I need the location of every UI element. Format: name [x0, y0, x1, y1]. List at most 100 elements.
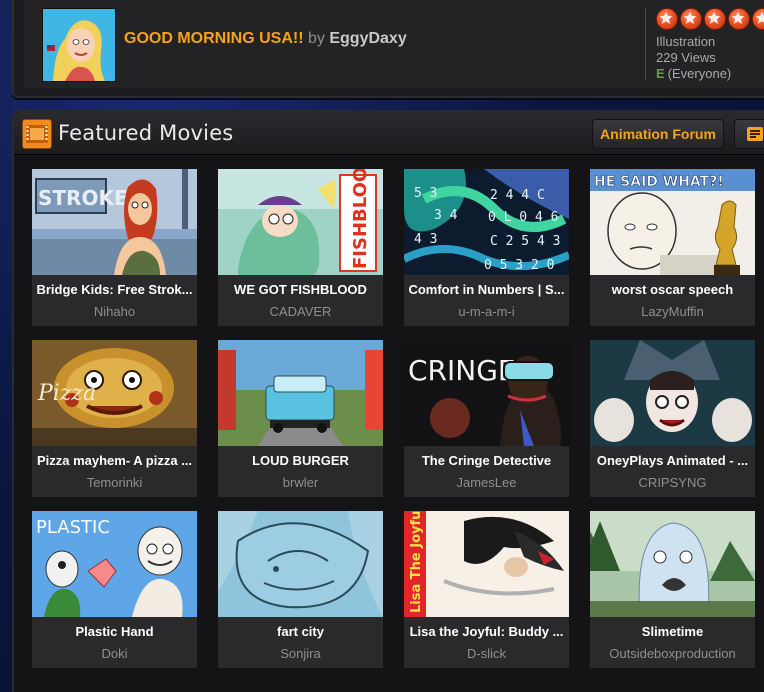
movie-thumbnail: FISHBLOOD	[218, 169, 383, 275]
svg-text:0 L 0 4 6: 0 L 0 4 6	[488, 210, 558, 225]
movie-thumbnail: 5 3 2 4 4 C 3 4 0 L 0 4 6 4 3 C 2 5 4 3 …	[404, 169, 569, 275]
movie-caption: Pizza mayhem- A pizza ... Temorinki	[32, 446, 197, 497]
movie-card-slimetime[interactable]: Slimetime Outsideboxproduction	[590, 511, 755, 668]
featured-art-inner: GOOD MORNING USA!! by EggyDaxy Illustrat…	[24, 0, 764, 88]
animation-forum-button[interactable]: Animation Forum	[592, 119, 724, 149]
svg-text:C 2 5 4 3: C 2 5 4 3	[490, 234, 560, 249]
svg-text:0 5 3 2 0: 0 5 3 2 0	[484, 258, 554, 273]
movie-author[interactable]: u-m-a-m-i	[408, 304, 565, 319]
movie-title[interactable]: The Cringe Detective	[408, 453, 565, 468]
star-rating	[656, 8, 764, 30]
featured-art-thumbnail[interactable]	[42, 8, 116, 82]
featured-movies-title: Featured Movies	[58, 121, 234, 145]
movie-title[interactable]: Comfort in Numbers | S...	[408, 282, 565, 297]
movie-thumbnail: CRINGE	[404, 340, 569, 446]
feed-icon	[747, 127, 763, 141]
svg-text:3 4: 3 4	[434, 208, 458, 223]
movie-title[interactable]: worst oscar speech	[594, 282, 751, 297]
star-icon	[704, 8, 726, 30]
movie-title[interactable]: fart city	[222, 624, 379, 639]
movie-thumbnail: PLASTIC	[32, 511, 197, 617]
movie-title[interactable]: Slimetime	[594, 624, 751, 639]
movie-title[interactable]: OneyPlays Animated - ...	[594, 453, 751, 468]
movie-thumbnail	[590, 340, 755, 446]
featured-art-by: by	[308, 30, 325, 47]
movie-card-oneyplays-animated[interactable]: OneyPlays Animated - ... CRIPSYNG	[590, 340, 755, 497]
movie-card-fart-city[interactable]: fart city Sonjira	[218, 511, 383, 668]
rating-everyone-icon: E	[656, 66, 665, 81]
thumb-text-lisa: Lisa The Joyful	[409, 511, 424, 613]
movie-caption: worst oscar speech LazyMuffin	[590, 275, 755, 326]
featured-art-title[interactable]: GOOD MORNING USA!!	[124, 30, 304, 47]
movie-card-plastic-hand[interactable]: PLASTIC Plastic Hand Doki	[32, 511, 197, 668]
thumb-text-strok: STROKE	[38, 186, 128, 210]
movie-caption: WE GOT FISHBLOOD CADAVER	[218, 275, 383, 326]
featured-movies-header: Featured Movies Animation Forum	[14, 112, 764, 155]
thumb-text-fishblood: FISHBLOOD	[350, 169, 371, 269]
movie-thumbnail: Pizza	[32, 340, 197, 446]
movie-card-lisa-the-joyful[interactable]: Lisa The Joyful Lisa the Joyful: Buddy .…	[404, 511, 569, 668]
movie-author[interactable]: brwler	[222, 475, 379, 490]
movie-caption: Comfort in Numbers | S... u-m-a-m-i	[404, 275, 569, 326]
movie-author[interactable]: Outsideboxproduction	[594, 646, 751, 661]
movie-author[interactable]: Sonjira	[222, 646, 379, 661]
movie-author[interactable]: Temorinki	[36, 475, 193, 490]
movie-title[interactable]: WE GOT FISHBLOOD	[222, 282, 379, 297]
film-reel-icon	[22, 119, 52, 149]
movie-thumbnail: STROKE	[32, 169, 197, 275]
featured-art-meta: Illustration 229 Views E (Everyone)	[645, 8, 764, 82]
thumb-text-cringe: CRINGE	[408, 354, 516, 387]
thumb-text-said-what: HE SAID WHAT?!	[594, 174, 724, 190]
svg-text:4 3: 4 3	[414, 232, 437, 247]
movie-thumbnail	[218, 511, 383, 617]
movie-card-comfort-in-numbers[interactable]: 5 3 2 4 4 C 3 4 0 L 0 4 6 4 3 C 2 5 4 3 …	[404, 169, 569, 326]
movie-card-the-cringe-detective[interactable]: CRINGE The Cringe Detective JamesLee	[404, 340, 569, 497]
movie-author[interactable]: Nihaho	[36, 304, 193, 319]
movie-card-loud-burger[interactable]: LOUD BURGER brwler	[218, 340, 383, 497]
movie-title[interactable]: Lisa the Joyful: Buddy ...	[408, 624, 565, 639]
movie-title[interactable]: Pizza mayhem- A pizza ...	[36, 453, 193, 468]
movie-title[interactable]: LOUD BURGER	[222, 453, 379, 468]
movie-caption: Plastic Hand Doki	[32, 617, 197, 668]
movie-card-bridge-kids[interactable]: STROKE Bridge Kids: Free Strok... Nihaho	[32, 169, 197, 326]
thumb-text-pizza: Pizza	[37, 381, 96, 406]
featured-art-views: 229 Views	[656, 50, 716, 65]
movie-caption: Slimetime Outsideboxproduction	[590, 617, 755, 668]
movie-author[interactable]: D-slick	[408, 646, 565, 661]
movie-thumbnail: HE SAID WHAT?!	[590, 169, 755, 275]
movie-caption: LOUD BURGER brwler	[218, 446, 383, 497]
featured-art-rating-label: (Everyone)	[667, 66, 732, 81]
featured-art-category: Illustration	[656, 34, 716, 49]
movie-title[interactable]: Bridge Kids: Free Strok...	[36, 282, 193, 297]
featured-art-rating: E (Everyone)	[656, 66, 764, 82]
movie-caption: fart city Sonjira	[218, 617, 383, 668]
movie-caption: Lisa the Joyful: Buddy ... D-slick	[404, 617, 569, 668]
movie-author[interactable]: CADAVER	[222, 304, 379, 319]
star-icon	[752, 8, 764, 30]
thumb-text-plastic: PLASTIC	[36, 517, 110, 538]
svg-text:2 4 4 C: 2 4 4 C	[490, 188, 545, 203]
movie-thumbnail	[218, 340, 383, 446]
movie-caption: The Cringe Detective JamesLee	[404, 446, 569, 497]
featured-art-title-line: GOOD MORNING USA!! by EggyDaxy	[124, 30, 407, 48]
movie-caption: Bridge Kids: Free Strok... Nihaho	[32, 275, 197, 326]
movie-card-worst-oscar-speech[interactable]: HE SAID WHAT?! worst oscar speech LazyMu…	[590, 169, 755, 326]
movie-author[interactable]: JamesLee	[408, 475, 565, 490]
movie-card-we-got-fishblood[interactable]: FISHBLOOD WE GOT FISHBLOOD CADAVER	[218, 169, 383, 326]
movie-thumbnail	[590, 511, 755, 617]
featured-art-card: GOOD MORNING USA!! by EggyDaxy Illustrat…	[12, 0, 764, 98]
star-icon	[656, 8, 678, 30]
movie-title[interactable]: Plastic Hand	[36, 624, 193, 639]
featured-art-author[interactable]: EggyDaxy	[329, 30, 406, 47]
movie-thumbnail: Lisa The Joyful	[404, 511, 569, 617]
featured-movies-panel: Featured Movies Animation Forum STROKE B…	[12, 110, 764, 692]
movie-card-pizza-mayhem[interactable]: Pizza Pizza mayhem- A pizza ... Temorink…	[32, 340, 197, 497]
svg-text:5 3: 5 3	[414, 186, 437, 201]
star-icon	[728, 8, 750, 30]
star-icon	[680, 8, 702, 30]
movie-author[interactable]: CRIPSYNG	[594, 475, 751, 490]
movie-caption: OneyPlays Animated - ... CRIPSYNG	[590, 446, 755, 497]
movie-author[interactable]: Doki	[36, 646, 193, 661]
movie-author[interactable]: LazyMuffin	[594, 304, 751, 319]
feed-button[interactable]	[734, 119, 764, 149]
